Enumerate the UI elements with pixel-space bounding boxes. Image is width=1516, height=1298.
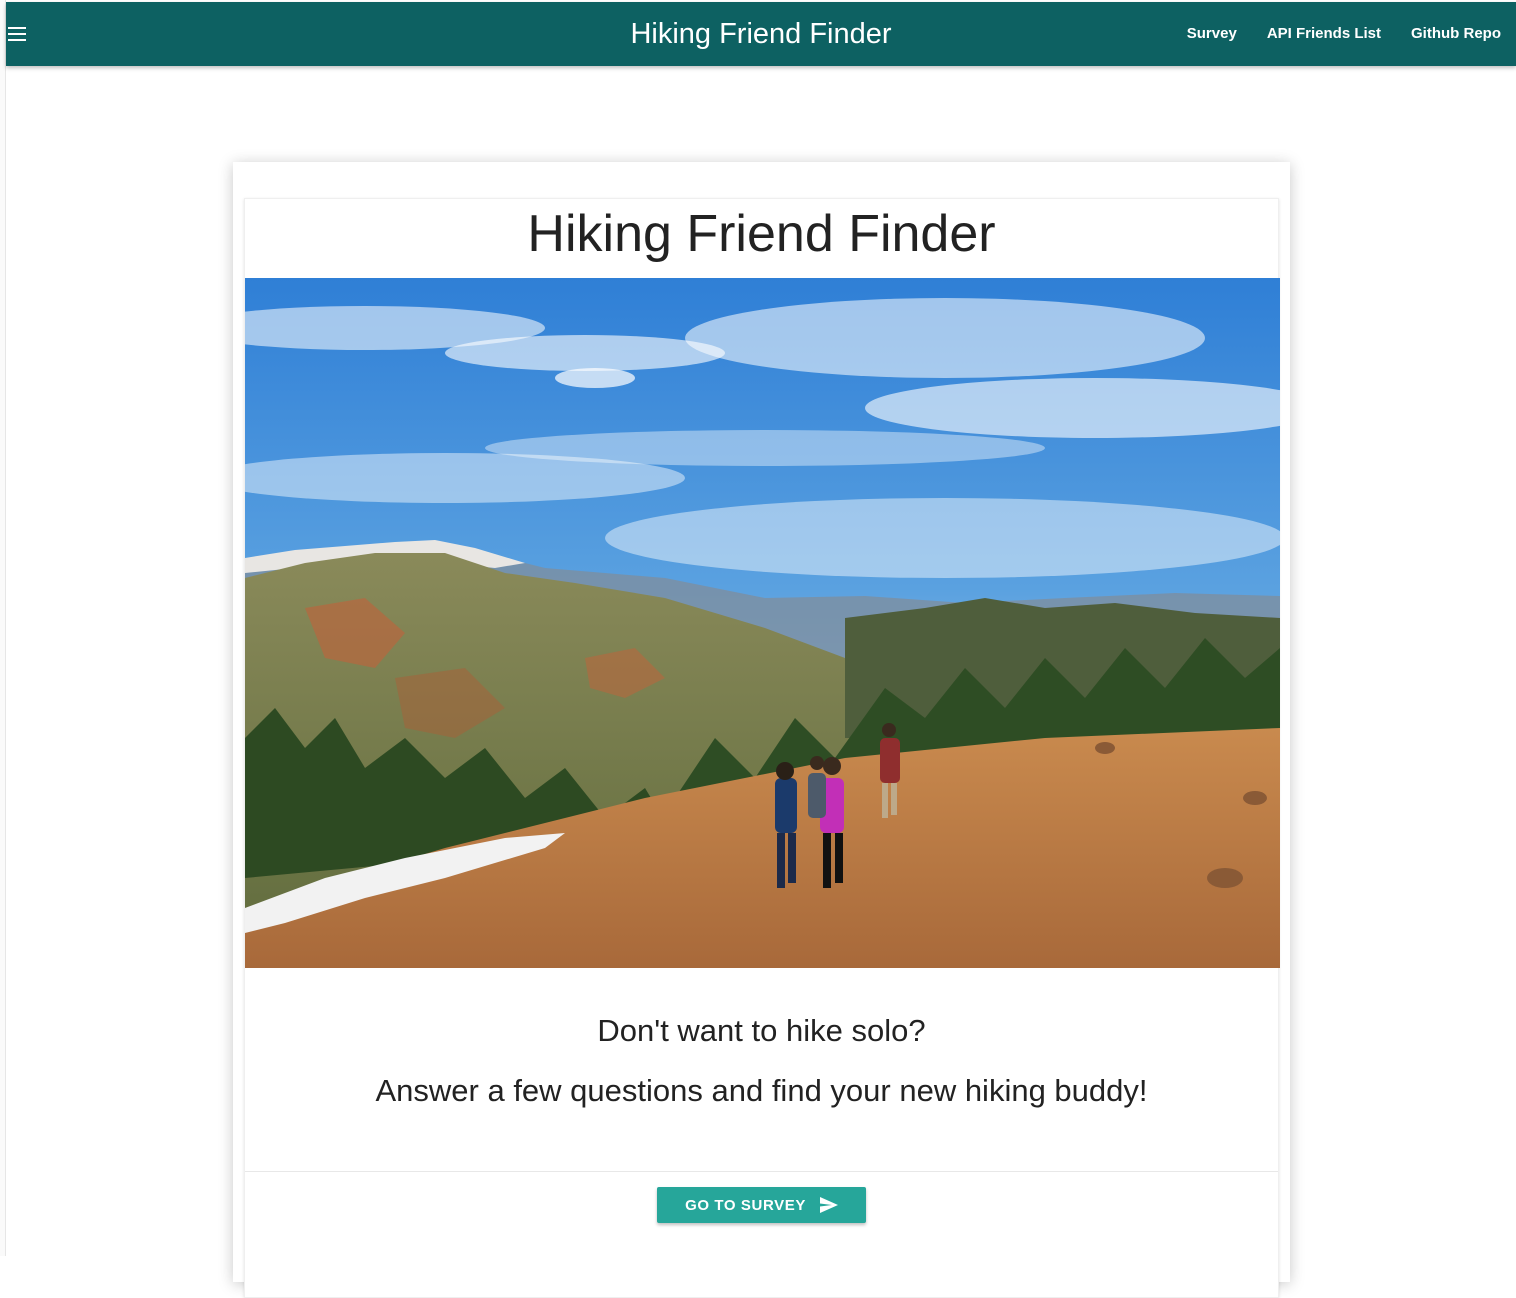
- window-edge: [0, 0, 6, 1256]
- outer-card: Hiking Friend Finder Don't want to hike …: [233, 162, 1290, 1298]
- nav-links: Survey API Friends List Github Repo: [1172, 2, 1516, 66]
- nav-link-survey[interactable]: Survey: [1172, 2, 1252, 66]
- go-to-survey-button[interactable]: GO TO SURVEY: [657, 1187, 866, 1223]
- nav-link-github-repo[interactable]: Github Repo: [1396, 2, 1516, 66]
- hero-card: Hiking Friend Finder Don't want to hike …: [244, 198, 1280, 1298]
- top-navbar: Hiking Friend Finder Survey API Friends …: [6, 2, 1516, 66]
- hero-image: [245, 278, 1280, 968]
- hamburger-menu-icon[interactable]: [8, 25, 28, 43]
- send-icon: [819, 1197, 838, 1213]
- tagline-question: Don't want to hike solo?: [597, 1013, 926, 1048]
- tagline-instruction: Answer a few questions and find your new…: [375, 1073, 1148, 1108]
- card-title: Hiking Friend Finder: [527, 205, 996, 263]
- card-action-divider: [245, 1171, 1278, 1172]
- go-to-survey-label: GO TO SURVEY: [685, 1196, 806, 1214]
- nav-link-api-friends-list[interactable]: API Friends List: [1252, 2, 1396, 66]
